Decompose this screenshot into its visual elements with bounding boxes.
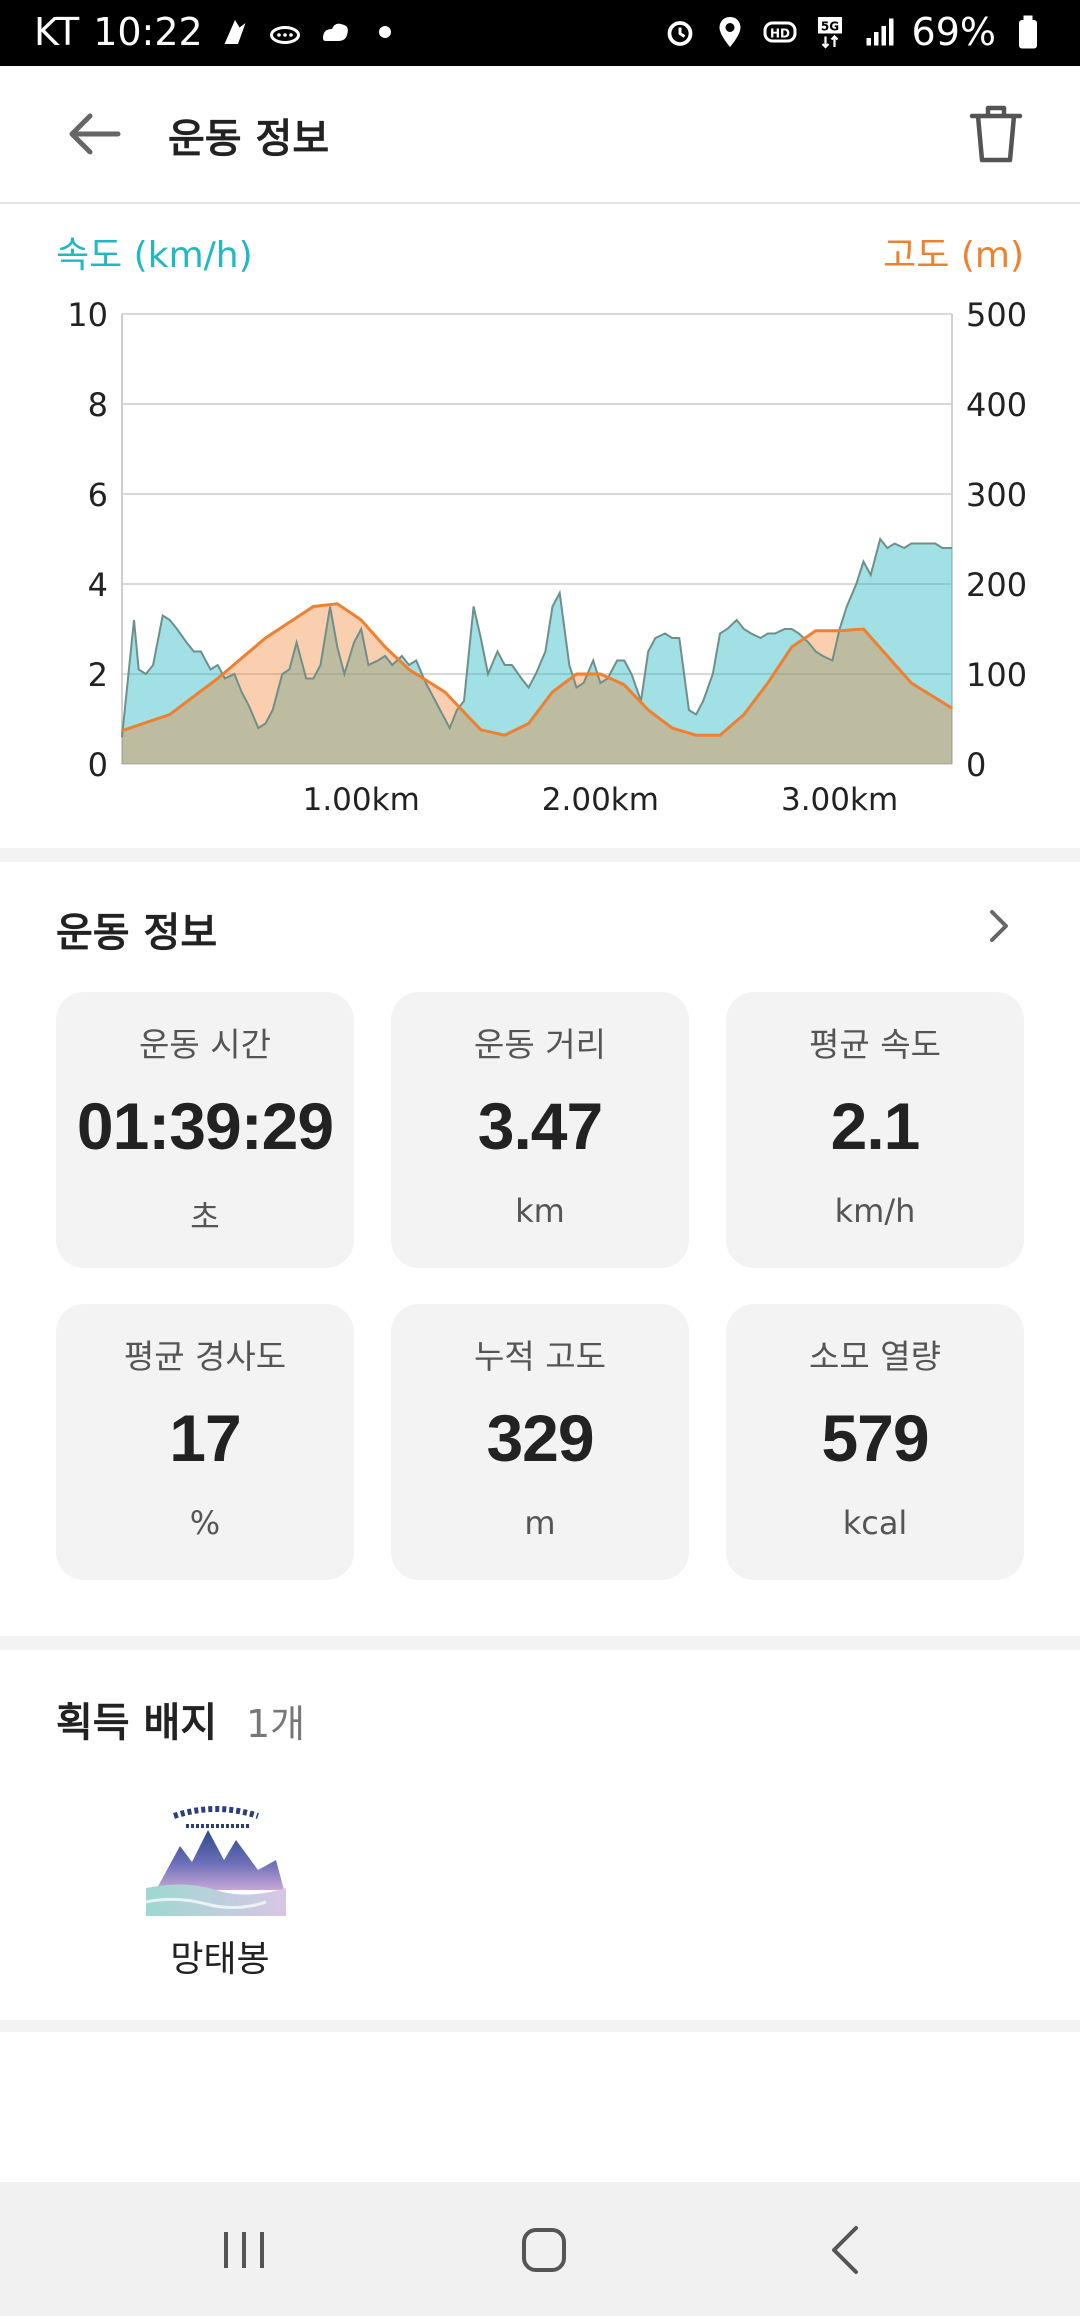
stat-label: 평균 경사도 [123, 1337, 287, 1376]
stat-unit: km [515, 1192, 565, 1230]
stat-value: 579 [821, 1401, 929, 1475]
stat-unit: km/h [834, 1192, 916, 1230]
left-tick-label: 2 [88, 656, 108, 694]
arrow-left-icon[interactable] [62, 102, 126, 166]
stat-label: 운동 거리 [474, 1025, 606, 1064]
chart-svg: 024681001002003004005001.00km 2.00km 3.00k… [67, 296, 1027, 818]
system-nav-bar [0, 2182, 1080, 2316]
svg-text:5G: 5G [820, 20, 838, 34]
stat-label: 운동 시간 [139, 1025, 271, 1064]
stat-label: 소모 열량 [809, 1337, 941, 1376]
hd-icon: HD [763, 21, 797, 43]
stat-value: 329 [486, 1401, 594, 1475]
left-tick-label: 8 [88, 386, 108, 424]
shoe-icon [269, 26, 300, 44]
left-tick-label: 4 [88, 566, 108, 604]
stat-card-calories: 소모 열량 579 kcal [726, 1304, 1024, 1580]
home-icon[interactable] [512, 2218, 576, 2282]
recent-apps-icon[interactable] [212, 2218, 276, 2282]
badge-mountain-image[interactable] [146, 1790, 286, 1916]
stat-label: 평균 속도 [809, 1025, 941, 1064]
x-tick-label: 3.00km [781, 782, 898, 818]
svg-text:HD: HD [770, 26, 790, 40]
carrier-text: KT [34, 10, 80, 54]
right-tick-label: 500 [966, 296, 1027, 334]
notification-icon [224, 20, 246, 44]
stat-card-avg-slope: 평균 경사도 17 % [56, 1304, 354, 1580]
section-divider [0, 848, 1080, 862]
trash-icon[interactable] [964, 102, 1028, 166]
stat-card-distance: 운동 거리 3.47 km [391, 992, 689, 1268]
section-divider [0, 2020, 1080, 2032]
right-tick-label: 0 [966, 746, 986, 784]
left-tick-label: 0 [88, 746, 108, 784]
exercise-info-title: 운동 정보 [56, 910, 218, 956]
stat-unit: m [524, 1504, 556, 1542]
clock-text: 10:22 [93, 10, 203, 54]
badges-title: 획득 배지 [56, 1700, 218, 1746]
right-tick-label: 100 [966, 656, 1027, 694]
left-tick-label: 10 [67, 296, 108, 334]
stat-unit: kcal [842, 1504, 908, 1542]
signal-icon [866, 18, 894, 46]
5g-icon: 5G [817, 17, 842, 49]
alarm-icon [667, 21, 692, 46]
stat-unit: % [189, 1504, 221, 1542]
page-title: 운동 정보 [168, 116, 330, 162]
badges-count: 1개 [246, 1702, 306, 1746]
chevron-right-icon[interactable] [976, 902, 1024, 950]
nav-back-icon[interactable] [816, 2218, 880, 2282]
battery-text: 69% [911, 10, 996, 54]
location-icon [719, 17, 741, 47]
badge-name: 망태봉 [170, 1939, 270, 1980]
right-tick-label: 200 [966, 566, 1027, 604]
stat-value: 17 [169, 1401, 241, 1475]
battery-icon [1019, 15, 1037, 49]
stat-value: 01:39:29 [76, 1089, 334, 1163]
stat-card-exercise-time: 운동 시간 01:39:29 초 [56, 992, 354, 1268]
speed-altitude-chart: 속도 (km/h) 고도 (m) 0 2 4 6 8 10 0 100 200 300 400 500… [0, 204, 1080, 844]
stat-value: 2.1 [830, 1089, 921, 1163]
stat-label: 누적 고도 [474, 1337, 606, 1376]
x-tick-label: 1.00km [303, 782, 420, 818]
right-tick-label: 400 [966, 386, 1027, 424]
right-tick-label: 300 [966, 476, 1027, 514]
stat-unit: 초 [190, 1198, 220, 1236]
cloud-icon [322, 23, 348, 41]
app-bar: 운동 정보 [0, 66, 1080, 204]
stat-card-avg-speed: 평균 속도 2.1 km/h [726, 992, 1024, 1268]
stat-card-elevation-gain: 누적 고도 329 m [391, 1304, 689, 1580]
x-tick-label: 2.00km [542, 782, 659, 818]
left-tick-label: 6 [88, 476, 108, 514]
section-divider [0, 1636, 1080, 1650]
dot-icon [378, 26, 391, 38]
stat-value: 3.47 [477, 1089, 603, 1163]
status-bar: KT 10:22 HD 5G 69% [0, 0, 1080, 66]
